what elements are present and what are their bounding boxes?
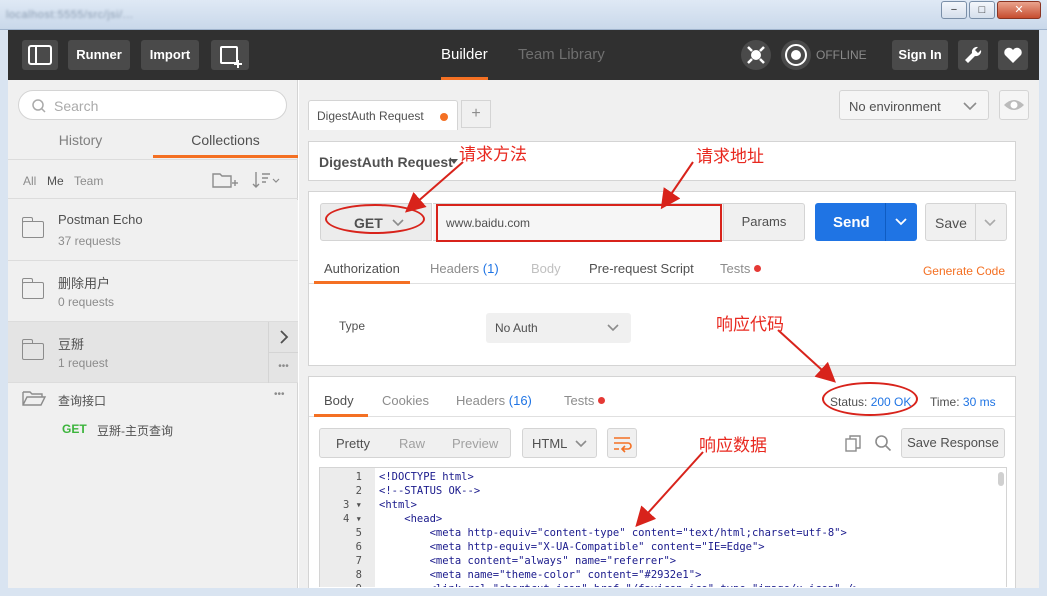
annotation-arrow-url bbox=[660, 161, 694, 210]
annotation-ellipse-method bbox=[325, 204, 425, 234]
window-title: localhost:5555/src/jsi/... bbox=[6, 9, 134, 21]
annotation-arrow-status bbox=[777, 329, 836, 383]
annotation-ellipse-status bbox=[822, 382, 918, 416]
postman-app: Runner Import Builder Team Library OFFLI… bbox=[8, 30, 1039, 588]
annotation-url: 请求地址 bbox=[696, 147, 764, 167]
annotation-data: 响应数据 bbox=[699, 436, 767, 456]
close-button[interactable]: ✕ bbox=[997, 1, 1041, 19]
annotation-box-url bbox=[436, 204, 722, 242]
annotation-method: 请求方法 bbox=[459, 145, 527, 165]
annotation-arrow-data bbox=[635, 451, 704, 527]
annotation-arrow-method bbox=[404, 161, 464, 213]
maximize-button[interactable]: □ bbox=[969, 1, 995, 19]
annotation-arrows bbox=[404, 161, 836, 527]
annotation-status: 响应代码 bbox=[716, 315, 784, 335]
minimize-button[interactable]: − bbox=[941, 1, 967, 19]
window-titlebar: localhost:5555/src/jsi/... − □ ✕ bbox=[0, 0, 1047, 30]
